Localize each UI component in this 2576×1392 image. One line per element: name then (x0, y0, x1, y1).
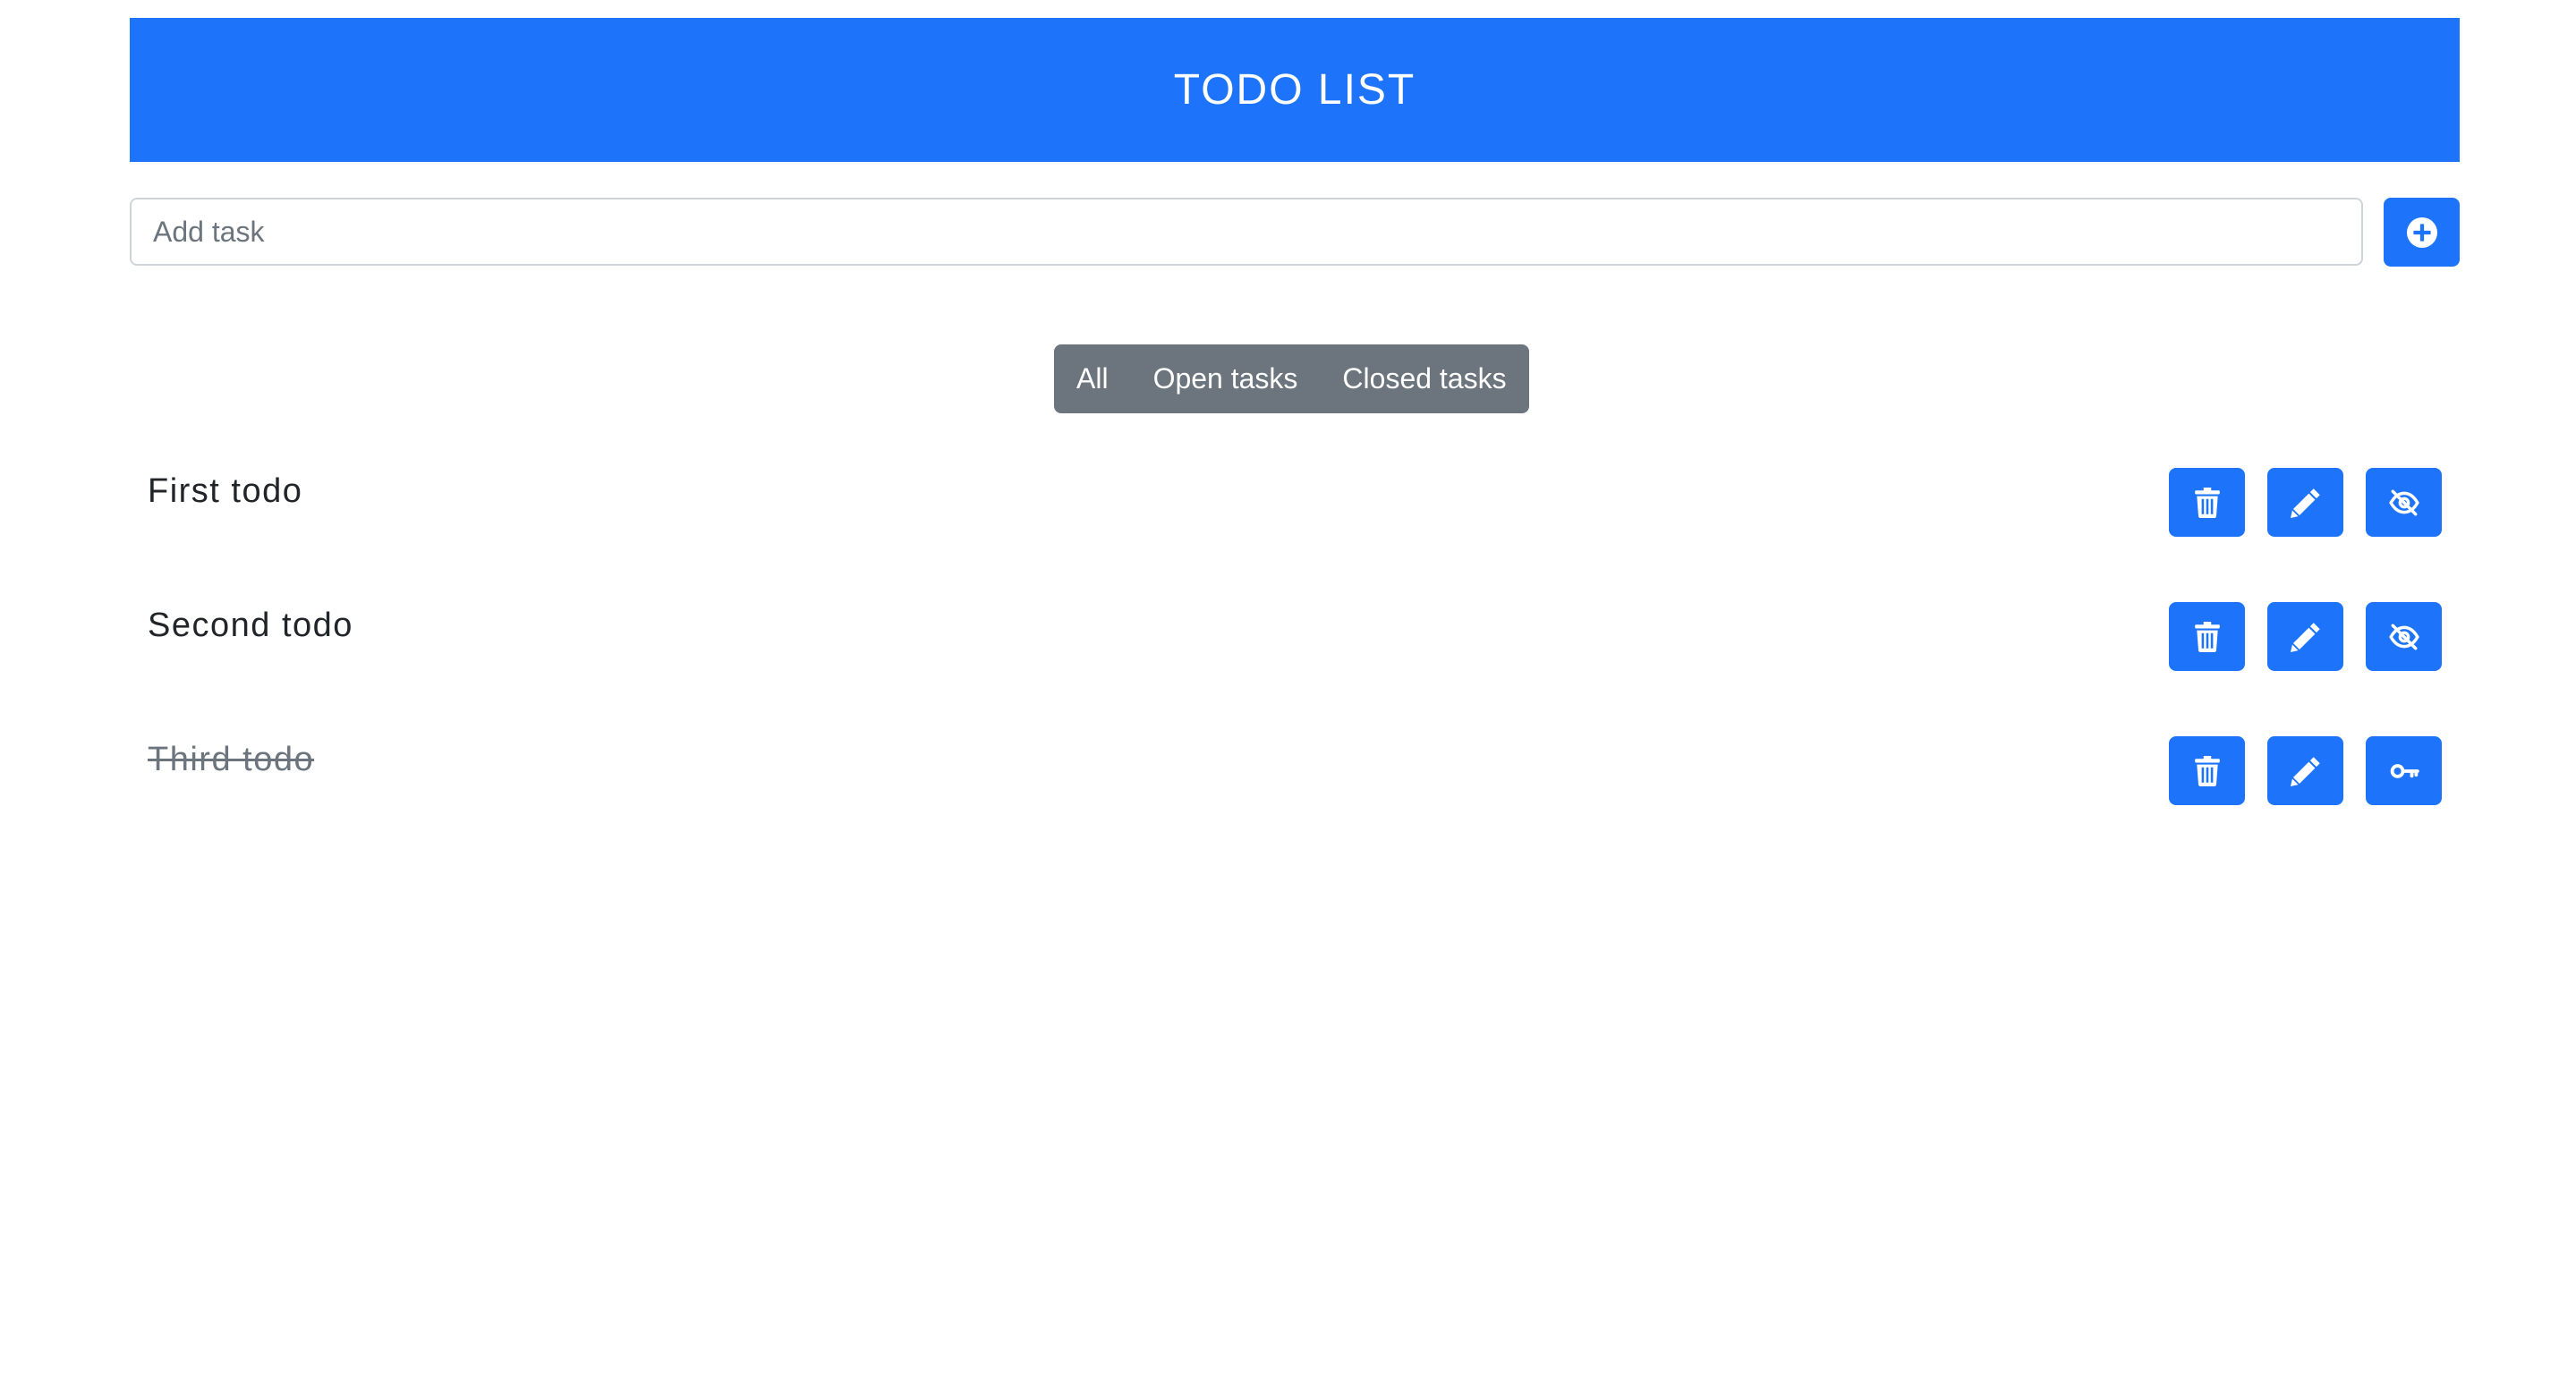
add-task-button[interactable] (2384, 198, 2460, 267)
todo-actions (2169, 602, 2442, 671)
filter-closed-tasks-button[interactable]: Closed tasks (1320, 344, 1528, 413)
todo-list: First todo Second todo Third todo (130, 465, 2460, 868)
eye-slash-icon (2388, 622, 2419, 652)
pencil-icon (2290, 622, 2321, 652)
key-icon (2389, 756, 2419, 786)
pencil-icon (2290, 488, 2321, 518)
todo-text: Third todo (148, 741, 315, 778)
todo-actions (2169, 468, 2442, 537)
eye-slash-icon (2388, 488, 2419, 518)
todo-item: First todo (130, 465, 2460, 599)
todo-actions (2169, 736, 2442, 805)
todo-text: Second todo (148, 607, 353, 644)
pencil-icon (2290, 756, 2321, 786)
filter-all-button[interactable]: All (1054, 344, 1131, 413)
trash-icon (2194, 755, 2221, 786)
trash-icon (2194, 621, 2221, 652)
edit-button[interactable] (2267, 736, 2343, 805)
todo-app: TODO LIST All Open tasks Closed tasks Fi… (0, 0, 2576, 1392)
add-task-input[interactable] (130, 198, 2363, 266)
app-header: TODO LIST (130, 18, 2460, 162)
toggle-status-button[interactable] (2366, 602, 2442, 671)
filter-open-tasks-button[interactable]: Open tasks (1131, 344, 1321, 413)
todo-text: First todo (148, 472, 303, 510)
edit-button[interactable] (2267, 602, 2343, 671)
edit-button[interactable] (2267, 468, 2343, 537)
page-title: TODO LIST (1173, 66, 1416, 114)
todo-item: Second todo (130, 599, 2460, 734)
filter-button-group: All Open tasks Closed tasks (1054, 344, 1529, 413)
delete-button[interactable] (2169, 468, 2245, 537)
plus-circle-icon (2406, 216, 2437, 248)
trash-icon (2194, 487, 2221, 518)
delete-button[interactable] (2169, 602, 2245, 671)
todo-item: Third todo (130, 734, 2460, 868)
toggle-status-button[interactable] (2366, 736, 2442, 805)
delete-button[interactable] (2169, 736, 2245, 805)
add-task-row (130, 198, 2460, 267)
toggle-status-button[interactable] (2366, 468, 2442, 537)
